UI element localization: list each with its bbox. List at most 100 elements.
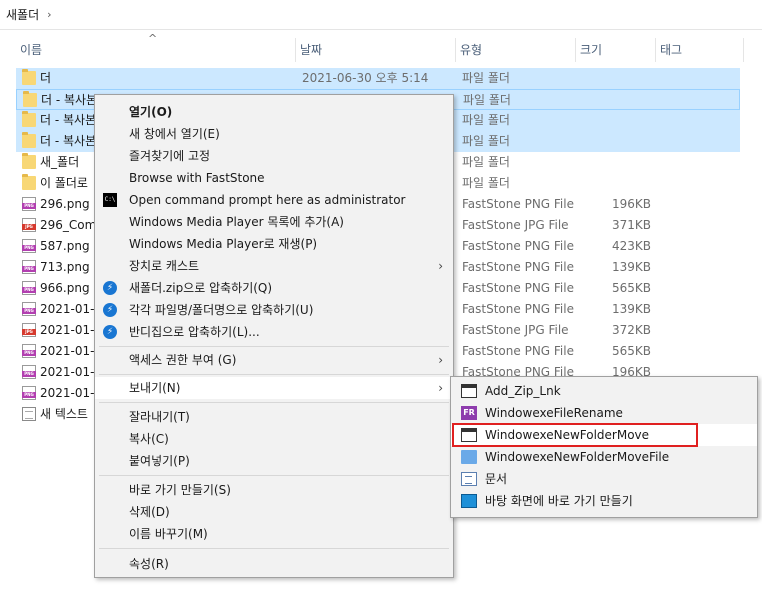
- file-name: 2021-01-2: [40, 344, 103, 358]
- menu-separator: [99, 402, 449, 403]
- file-size: 565KB: [612, 344, 652, 358]
- file-type: FastStone JPG File: [462, 218, 569, 232]
- file-type: 파일 폴더: [463, 93, 511, 107]
- command-prompt-icon: C:\: [103, 193, 117, 207]
- column-header: ^ 이름 날짜 유형 크기 태그: [0, 32, 762, 62]
- file-name: 더 - 복사본: [41, 93, 98, 107]
- file-type: 파일 폴더: [462, 113, 510, 127]
- menu-item-open-new-window[interactable]: 새 창에서 열기(E): [95, 123, 453, 145]
- menu-item-bandizip-compress[interactable]: ⚡ 반디집으로 압축하기(L)...: [95, 321, 453, 343]
- png-icon: PNG: [22, 239, 36, 253]
- menu-item-label: Windows Media Player로 재생(P): [129, 237, 318, 251]
- send-to-new-folder-move-file[interactable]: WindowexeNewFolderMoveFile: [451, 446, 757, 468]
- menu-item-cut[interactable]: 잘라내기(T): [95, 406, 453, 428]
- menu-item-wmp-add-list[interactable]: Windows Media Player 목록에 추가(A): [95, 211, 453, 233]
- desktop-icon: [461, 494, 477, 508]
- menu-item-label: 붙여넣기(P): [129, 454, 190, 468]
- menu-item-copy[interactable]: 복사(C): [95, 428, 453, 450]
- file-type: FastStone PNG File: [462, 239, 574, 253]
- bandizip-icon: ⚡: [103, 281, 117, 295]
- file-name: 이 폴더로: [40, 176, 88, 190]
- menu-item-open-cmd-admin[interactable]: C:\ Open command prompt here as administ…: [95, 189, 453, 211]
- folder-icon: [22, 153, 36, 169]
- file-size: 139KB: [612, 260, 652, 274]
- jpg-icon: JPG: [22, 218, 36, 232]
- menu-item-rename[interactable]: 이름 바꾸기(M): [95, 523, 453, 545]
- submenu-item-label: Add_Zip_Lnk: [485, 384, 561, 398]
- file-size: 196KB: [612, 197, 652, 211]
- file-type-badge: PNG: [22, 392, 36, 398]
- menu-item-open[interactable]: 열기(O): [95, 101, 453, 123]
- submenu-item-label: 문서: [485, 472, 508, 486]
- menu-item-label: 즐겨찾기에 고정: [129, 149, 211, 163]
- menu-item-zip-compress[interactable]: ⚡ 새폴더.zip으로 압축하기(Q): [95, 277, 453, 299]
- file-type: FastStone JPG File: [462, 323, 569, 337]
- column-header-date[interactable]: 날짜: [296, 38, 456, 62]
- menu-item-label: 열기(O): [129, 105, 173, 119]
- menu-item-send-to[interactable]: 보내기(N) ›: [95, 377, 453, 399]
- menu-item-label: 삭제(D): [129, 505, 170, 519]
- window-icon: [461, 384, 477, 398]
- file-name: 2021-01-2: [40, 365, 103, 379]
- file-type-badge: JPG: [22, 224, 36, 230]
- column-header-tags-label: 태그: [660, 43, 683, 57]
- file-date: 2021-06-30 오후 5:14: [302, 71, 429, 85]
- folder-icon: [23, 91, 37, 107]
- menu-item-zip-each[interactable]: ⚡ 각각 파일명/폴더명으로 압축하기(U): [95, 299, 453, 321]
- menu-separator: [99, 346, 449, 347]
- blue-folder-icon: [461, 450, 477, 464]
- file-size: 423KB: [612, 239, 652, 253]
- text-file-icon: [22, 407, 36, 421]
- send-to-documents[interactable]: 문서: [451, 468, 757, 490]
- file-size: 372KB: [612, 323, 652, 337]
- menu-separator: [99, 374, 449, 375]
- bandizip-icon: ⚡: [103, 325, 117, 339]
- file-type-badge: PNG: [22, 203, 36, 209]
- file-name: 2021-01-2: [40, 323, 103, 337]
- file-type: 파일 폴더: [462, 155, 510, 169]
- column-header-name[interactable]: 이름: [16, 38, 296, 62]
- submenu-arrow-icon: ›: [438, 259, 443, 273]
- menu-item-pin-quick-access[interactable]: 즐겨찾기에 고정: [95, 145, 453, 167]
- folder-icon: [22, 69, 36, 85]
- menu-item-properties[interactable]: 속성(R): [95, 553, 453, 575]
- send-to-desktop-shortcut[interactable]: 바탕 화면에 바로 가기 만들기: [451, 490, 757, 512]
- menu-item-browse-faststone[interactable]: Browse with FastStone: [95, 167, 453, 189]
- submenu-item-label: WindowexeNewFolderMoveFile: [485, 450, 670, 464]
- table-row[interactable]: 더 2021-06-30 오후 5:14 파일 폴더: [16, 68, 740, 89]
- menu-item-label: 새 창에서 열기(E): [129, 127, 220, 141]
- send-to-add-zip-lnk[interactable]: Add_Zip_Lnk: [451, 380, 757, 402]
- file-type-badge: PNG: [22, 287, 36, 293]
- file-type: 파일 폴더: [462, 71, 510, 85]
- menu-item-wmp-play[interactable]: Windows Media Player로 재생(P): [95, 233, 453, 255]
- submenu-item-label: WindowexeFileRename: [485, 406, 623, 420]
- column-header-size-label: 크기: [580, 43, 603, 57]
- column-header-tags[interactable]: 태그: [656, 38, 744, 62]
- send-to-file-rename[interactable]: FR WindowexeFileRename: [451, 402, 757, 424]
- menu-item-cast-device[interactable]: 장치로 캐스트 ›: [95, 255, 453, 277]
- file-size: 139KB: [612, 302, 652, 316]
- file-name: 더 - 복사본: [40, 134, 97, 148]
- column-header-date-label: 날짜: [300, 43, 323, 57]
- file-type: FastStone PNG File: [462, 344, 574, 358]
- menu-item-label: 각각 파일명/폴더명으로 압축하기(U): [129, 303, 314, 317]
- menu-item-create-shortcut[interactable]: 바로 가기 만들기(S): [95, 479, 453, 501]
- file-name: 296.png: [40, 197, 90, 211]
- breadcrumb-current-folder[interactable]: 새폴더: [6, 6, 39, 23]
- menu-item-delete[interactable]: 삭제(D): [95, 501, 453, 523]
- menu-item-access-grant[interactable]: 액세스 권한 부여 (G) ›: [95, 349, 453, 371]
- breadcrumb-chevron-icon[interactable]: ›: [47, 8, 51, 21]
- submenu-arrow-icon: ›: [438, 353, 443, 367]
- column-header-size[interactable]: 크기: [576, 38, 656, 62]
- menu-item-label: 잘라내기(T): [129, 410, 190, 424]
- file-type: 파일 폴더: [462, 176, 510, 190]
- menu-item-label: 바로 가기 만들기(S): [129, 483, 231, 497]
- menu-item-paste[interactable]: 붙여넣기(P): [95, 450, 453, 472]
- file-name: 더 - 복사본: [40, 113, 97, 127]
- menu-item-label: 속성(R): [129, 557, 169, 571]
- documents-icon: [461, 472, 477, 486]
- highlight-annotation-box: [452, 423, 698, 447]
- column-header-type[interactable]: 유형: [456, 38, 576, 62]
- submenu-arrow-icon: ›: [438, 381, 443, 395]
- file-name: 새_폴더: [40, 155, 80, 169]
